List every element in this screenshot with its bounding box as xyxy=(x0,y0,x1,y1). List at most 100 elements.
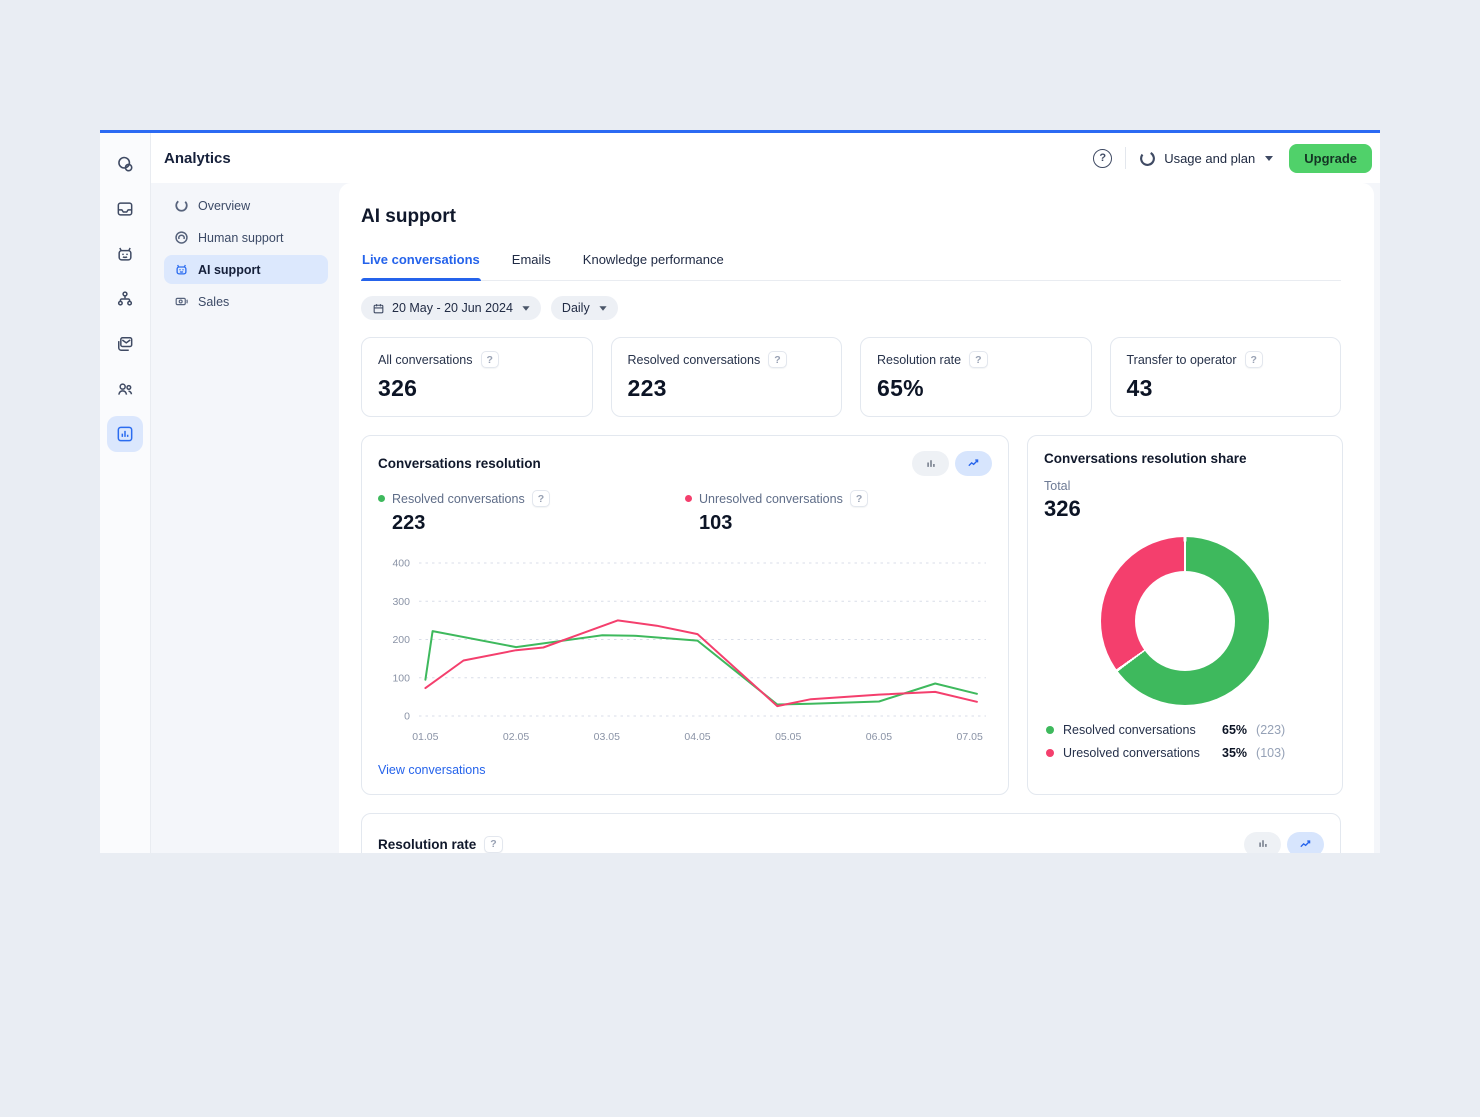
tidio-logo-icon[interactable] xyxy=(107,146,143,182)
stat-resolution-rate: Resolution rate ? 65% xyxy=(860,337,1092,417)
legend-percent: 65% xyxy=(1222,723,1247,737)
granularity-value: Daily xyxy=(562,301,590,315)
svg-text:100: 100 xyxy=(392,672,410,684)
analytics-icon[interactable] xyxy=(107,416,143,452)
help-badge[interactable]: ? xyxy=(768,351,786,368)
bar-chart-toggle[interactable] xyxy=(912,451,949,476)
sidebar-item-human-support[interactable]: Human support xyxy=(164,223,328,252)
help-badge[interactable]: ? xyxy=(481,351,499,368)
unresolved-dot-icon xyxy=(685,495,692,502)
legend-count: (103) xyxy=(1256,746,1285,760)
usage-ring-icon xyxy=(1139,150,1156,167)
stat-value: 223 xyxy=(628,375,826,402)
legend-value: 103 xyxy=(699,512,992,535)
line-chart-toggle[interactable] xyxy=(955,451,992,476)
svg-text:01.05: 01.05 xyxy=(412,731,438,743)
resolution-donut-chart xyxy=(1101,537,1269,705)
header: Analytics ? Usage and plan Upgrade xyxy=(151,133,1380,183)
legend-label: Uresolved conversations xyxy=(1063,746,1213,760)
stat-label: All conversations xyxy=(378,353,473,367)
legend-percent: 35% xyxy=(1222,746,1247,760)
stat-label: Resolved conversations xyxy=(628,353,761,367)
main-area: AI support Live conversations Emails Kno… xyxy=(339,183,1380,853)
sidebar-item-label: AI support xyxy=(198,263,261,277)
chevron-down-icon xyxy=(1265,156,1273,161)
total-value: 326 xyxy=(1044,496,1326,522)
card-title: Conversations resolution share xyxy=(1044,451,1326,466)
view-conversations-link[interactable]: View conversations xyxy=(378,763,485,777)
stat-all-conversations: All conversations ? 326 xyxy=(361,337,593,417)
icon-rail xyxy=(100,133,151,853)
svg-text:03.05: 03.05 xyxy=(594,731,620,743)
overview-ring-icon xyxy=(174,198,189,213)
help-icon[interactable]: ? xyxy=(1093,149,1112,168)
headset-icon xyxy=(174,230,189,245)
legend-label: Resolved conversations xyxy=(392,492,525,506)
date-range-value: 20 May - 20 Jun 2024 xyxy=(392,301,513,315)
svg-text:400: 400 xyxy=(392,558,410,570)
line-chart-toggle[interactable] xyxy=(1287,832,1324,854)
donut-legend-unresolved: Uresolved conversations 35% (103) xyxy=(1044,746,1326,760)
bar-chart-toggle[interactable] xyxy=(1244,832,1281,854)
svg-text:05.05: 05.05 xyxy=(775,731,801,743)
tab-live-conversations[interactable]: Live conversations xyxy=(361,252,481,280)
sidebar-item-overview[interactable]: Overview xyxy=(164,191,328,220)
help-badge[interactable]: ? xyxy=(532,490,550,507)
svg-text:07.05: 07.05 xyxy=(957,731,983,743)
legend-resolved: Resolved conversations ? 223 xyxy=(378,490,685,535)
usage-and-plan-button[interactable]: Usage and plan xyxy=(1139,150,1273,167)
legend-label: Unresolved conversations xyxy=(699,492,843,506)
tab-bar: Live conversations Emails Knowledge perf… xyxy=(361,252,1341,281)
inbox-icon[interactable] xyxy=(107,191,143,227)
date-range-picker[interactable]: 20 May - 20 Jun 2024 xyxy=(361,296,541,320)
total-label: Total xyxy=(1044,479,1326,493)
sidebar: Overview Human support xyxy=(151,183,339,853)
help-badge[interactable]: ? xyxy=(484,836,502,853)
tab-emails[interactable]: Emails xyxy=(511,252,552,280)
help-badge[interactable]: ? xyxy=(1245,351,1263,368)
sidebar-item-sales[interactable]: Sales xyxy=(164,287,328,316)
stat-label: Resolution rate xyxy=(877,353,961,367)
upgrade-button[interactable]: Upgrade xyxy=(1289,144,1372,173)
help-badge[interactable]: ? xyxy=(850,490,868,507)
chevron-down-icon xyxy=(599,306,606,311)
card-title: Resolution rate xyxy=(378,837,476,852)
svg-text:0: 0 xyxy=(404,711,410,723)
chatbot-icon[interactable] xyxy=(107,236,143,272)
line-legend: Resolved conversations ? 223 Unre xyxy=(378,490,992,535)
flows-icon[interactable] xyxy=(107,281,143,317)
ai-support-panel: AI support Live conversations Emails Kno… xyxy=(339,183,1374,853)
tab-knowledge-performance[interactable]: Knowledge performance xyxy=(582,252,725,280)
sidebar-item-label: Overview xyxy=(198,199,250,213)
svg-text:02.05: 02.05 xyxy=(503,731,529,743)
campaigns-icon[interactable] xyxy=(107,326,143,362)
stat-value: 65% xyxy=(877,375,1075,402)
panel-title: AI support xyxy=(361,206,1341,228)
contacts-icon[interactable] xyxy=(107,371,143,407)
stat-resolved-conversations: Resolved conversations ? 223 xyxy=(611,337,843,417)
app-window: Analytics ? Usage and plan Upgrade xyxy=(100,130,1380,853)
stat-cards: All conversations ? 326 Resolved convers… xyxy=(361,337,1341,417)
sidebar-item-label: Human support xyxy=(198,231,283,245)
stat-label: Transfer to operator xyxy=(1127,353,1237,367)
resolution-rate-card: Resolution rate ? xyxy=(361,813,1341,853)
resolved-dot-icon xyxy=(1046,726,1054,734)
help-badge[interactable]: ? xyxy=(969,351,987,368)
money-icon xyxy=(174,294,189,309)
page-title: Analytics xyxy=(164,150,231,167)
stat-transfer-to-operator: Transfer to operator ? 43 xyxy=(1110,337,1342,417)
stat-value: 326 xyxy=(378,375,576,402)
filters-row: 20 May - 20 Jun 2024 Daily xyxy=(361,296,1341,320)
card-title: Conversations resolution xyxy=(378,456,541,471)
svg-text:04.05: 04.05 xyxy=(684,731,710,743)
unresolved-dot-icon xyxy=(1046,749,1054,757)
legend-label: Resolved conversations xyxy=(1063,723,1213,737)
chatbot-icon xyxy=(174,262,189,277)
donut-legend-resolved: Resolved conversations 65% (223) xyxy=(1044,723,1326,737)
svg-text:200: 200 xyxy=(392,634,410,646)
usage-label: Usage and plan xyxy=(1164,151,1255,166)
granularity-select[interactable]: Daily xyxy=(551,296,618,320)
sidebar-item-ai-support[interactable]: AI support xyxy=(164,255,328,284)
resolution-share-card: Conversations resolution share Total 326… xyxy=(1027,435,1343,795)
resolution-line-chart: 010020030040001.0502.0503.0504.0505.0506… xyxy=(378,547,992,754)
